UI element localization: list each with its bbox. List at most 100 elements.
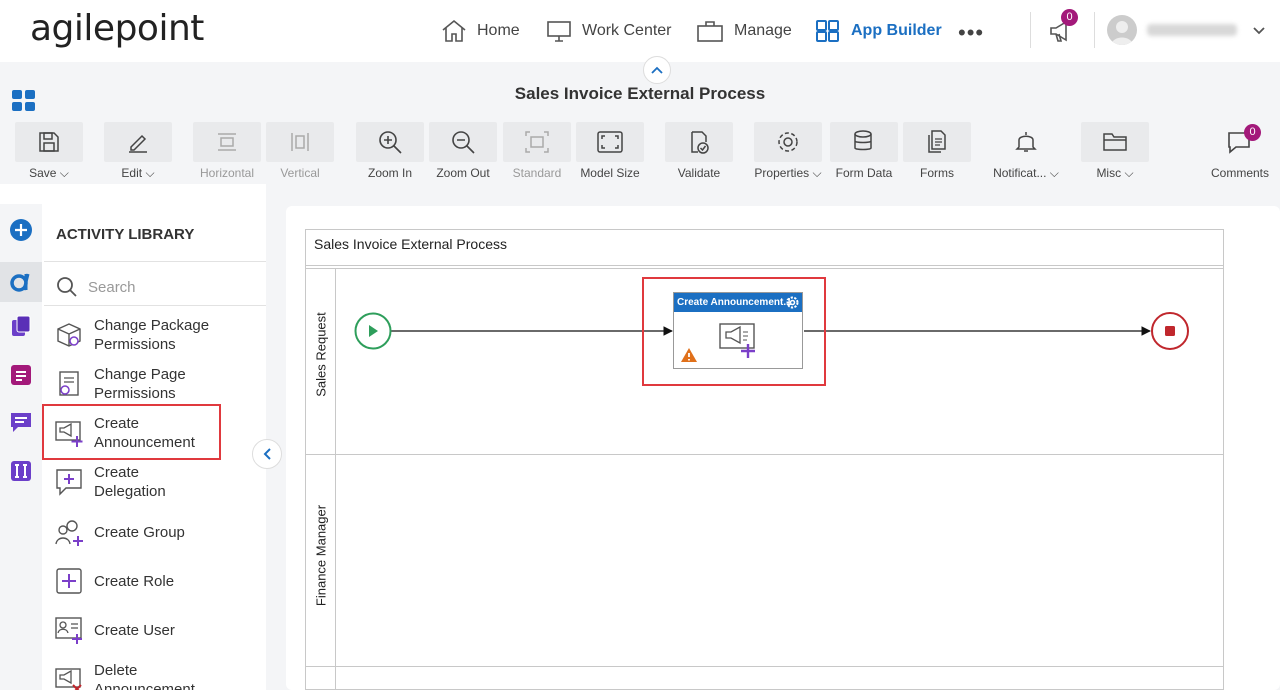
horizontal-label: Horizontal: [199, 166, 255, 180]
search-icon: [57, 277, 77, 297]
add-icon[interactable]: [7, 216, 35, 244]
misc-button[interactable]: Misc ⌵: [1081, 122, 1149, 181]
integration-icon[interactable]: [7, 457, 35, 485]
agilepoint-logo[interactable]: agilepoint: [30, 8, 204, 49]
pages-icon[interactable]: [7, 312, 35, 340]
briefcase-icon: [697, 21, 723, 42]
forms-icon: [928, 130, 946, 153]
stop-icon: [1165, 326, 1175, 336]
save-button[interactable]: Save ⌵: [15, 122, 83, 181]
vertical-layout-button[interactable]: Vertical: [266, 122, 334, 180]
item-label-line1: Create Group: [94, 523, 185, 541]
create-group-icon: [55, 520, 83, 546]
page-title: Sales Invoice External Process: [514, 84, 766, 103]
validate-button[interactable]: Validate: [665, 122, 733, 180]
end-event[interactable]: [1151, 312, 1189, 350]
app-builder-icon: [816, 20, 839, 42]
model-size-label: Model Size: [580, 166, 640, 180]
item-label-line1: Change Package: [94, 317, 210, 334]
chevron-up-icon: [651, 66, 663, 74]
zoom-in-label: Zoom In: [367, 166, 412, 180]
delete-announcement-icon: [55, 668, 82, 690]
list-item-create-user[interactable]: Create User: [54, 615, 254, 645]
announcement-count-badge: 0: [1061, 9, 1078, 26]
home-icon: [442, 19, 466, 42]
zoom-out-button[interactable]: Zoom Out: [429, 122, 497, 180]
nav-work-center[interactable]: Work Center: [546, 16, 672, 46]
item-label-line2: Permissions: [94, 336, 176, 353]
chevron-down-icon[interactable]: [1252, 26, 1266, 36]
bell-icon: [1015, 132, 1037, 152]
list-item-create-role[interactable]: Create Role: [54, 566, 254, 596]
nav-app-builder-label: App Builder: [851, 22, 942, 39]
start-event[interactable]: [354, 312, 392, 350]
left-icon-rail: [0, 204, 42, 690]
item-label-line1: Create Role: [94, 572, 175, 590]
collapse-library-button[interactable]: [252, 439, 282, 469]
item-label-line2: Permissions: [94, 385, 176, 402]
edit-button[interactable]: Edit ⌵: [104, 122, 172, 181]
zoom-in-button[interactable]: Zoom In: [356, 122, 424, 180]
collapse-header-button[interactable]: [643, 56, 671, 84]
lane-divider: [306, 666, 1223, 667]
model-size-button[interactable]: Model Size: [576, 122, 644, 180]
horizontal-layout-button[interactable]: Horizontal: [193, 122, 261, 180]
form-data-button[interactable]: Form Data: [830, 122, 898, 180]
forms-button[interactable]: Forms: [903, 122, 971, 180]
item-label-line1: Create: [94, 464, 140, 481]
chevron-down-icon: ⌵: [1124, 166, 1134, 180]
divider: [44, 305, 266, 306]
chevron-left-icon: [263, 448, 271, 460]
standard-label: Standard: [512, 166, 562, 180]
lane-label-sales-request[interactable]: Sales Request: [314, 305, 329, 405]
nav-home[interactable]: Home: [441, 16, 520, 46]
misc-label: Misc: [1096, 166, 1122, 180]
divider: [44, 261, 266, 262]
search-placeholder: Search: [88, 278, 136, 296]
messages-icon[interactable]: [7, 408, 35, 436]
forms-label: Forms: [920, 166, 954, 180]
create-delegation-icon: [56, 469, 82, 496]
nav-manage[interactable]: Manage: [696, 16, 792, 46]
search-input[interactable]: Search: [56, 276, 136, 298]
forms-list-icon[interactable]: [7, 361, 35, 389]
gear-icon: [778, 132, 798, 152]
list-item-change-package-permissions[interactable]: Change Package Permissions: [54, 316, 254, 354]
avatar[interactable]: [1107, 15, 1137, 45]
divider: [306, 268, 1223, 269]
properties-button[interactable]: Properties ⌵: [754, 122, 822, 181]
chevron-down-icon: ⌵: [59, 166, 69, 180]
list-item-create-delegation[interactable]: Create Delegation: [54, 463, 254, 501]
lane-divider: [306, 454, 1223, 455]
create-user-icon: [55, 617, 82, 644]
page-permission-icon: [59, 371, 79, 396]
comments-label: Comments: [1210, 166, 1269, 180]
item-label-line2: Delegation: [94, 483, 166, 500]
zoom-out-icon: [452, 131, 475, 154]
zoom-out-label: Zoom Out: [436, 166, 490, 180]
more-menu-icon[interactable]: •••: [958, 20, 984, 46]
model-size-icon: [597, 131, 623, 153]
username-blurred[interactable]: [1147, 24, 1237, 36]
zoom-in-icon: [379, 131, 402, 154]
list-item-change-page-permissions[interactable]: Change Page Permissions: [54, 365, 254, 403]
list-item-create-group[interactable]: Create Group: [54, 517, 254, 547]
pool-title: Sales Invoice External Process: [314, 236, 507, 252]
vertical-label: Vertical: [280, 166, 320, 180]
standard-size-button[interactable]: Standard: [503, 122, 571, 180]
lane-header-divider: [335, 268, 336, 690]
list-item-delete-announcement[interactable]: Delete Announcement: [54, 661, 254, 690]
designer-toolbar: Save ⌵ Edit ⌵ Horizontal Vertical Zoom I…: [0, 114, 1280, 184]
item-label-line2: Announcement: [94, 681, 195, 690]
nav-app-builder[interactable]: App Builder: [815, 16, 942, 46]
lane-label-finance-manager[interactable]: Finance Manager: [314, 496, 329, 616]
notifications-button[interactable]: Notificat... ⌵: [992, 122, 1060, 181]
nav-manage-label: Manage: [734, 22, 792, 39]
comments-button[interactable]: Comments: [1206, 122, 1274, 180]
save-label: Save: [29, 166, 57, 180]
activity-library-icon[interactable]: [0, 262, 42, 302]
nav-divider: [1030, 12, 1031, 48]
package-permission-icon: [57, 323, 81, 347]
divider: [306, 265, 1223, 266]
item-label-line1: Change Page: [94, 366, 186, 383]
